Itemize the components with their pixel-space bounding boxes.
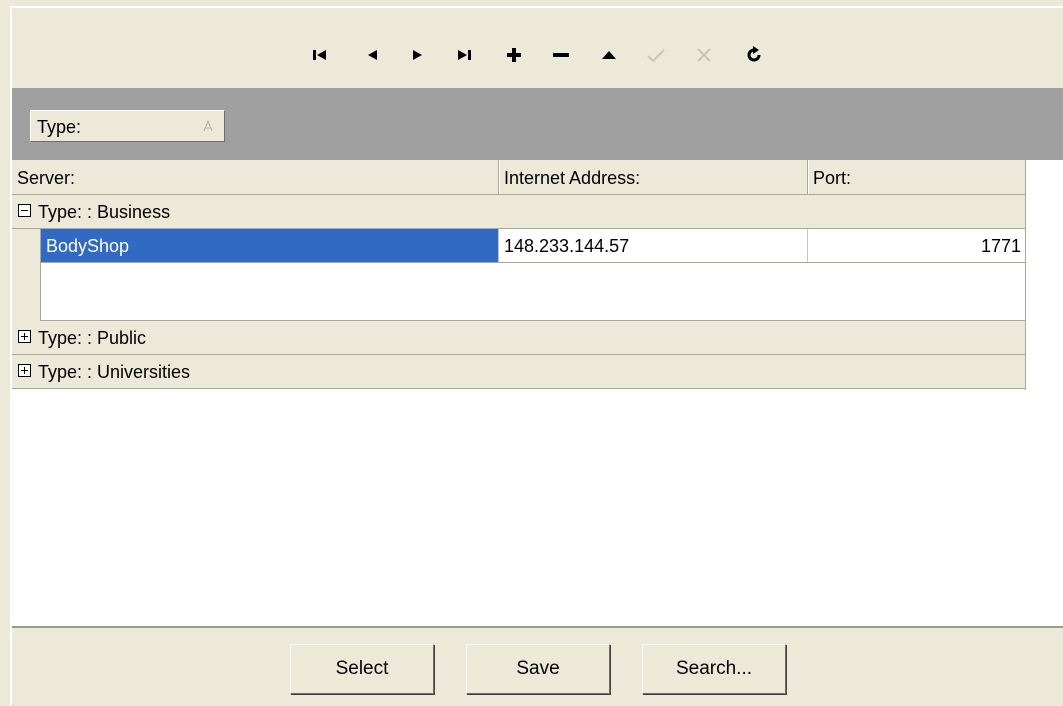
insert-record-icon (507, 48, 521, 62)
cancel-edit-icon (697, 48, 711, 62)
post-edit-button[interactable] (644, 44, 668, 66)
refresh-icon (747, 46, 761, 62)
column-header-server[interactable]: Server: (12, 160, 499, 194)
first-record-icon (313, 50, 326, 60)
refresh-button[interactable] (742, 44, 766, 66)
sort-ascending-icon (203, 119, 213, 132)
post-edit-icon (647, 49, 665, 63)
edit-record-button[interactable] (597, 44, 621, 66)
edit-record-icon (602, 51, 616, 59)
group-label: Type: : Universities (38, 362, 191, 382)
table-row[interactable]: BodyShop 148.233.144.57 1771 (41, 229, 1026, 263)
delete-record-icon (553, 53, 569, 57)
server-grid: Server: Internet Address: Port: Type: : … (12, 160, 1063, 626)
group-row-public[interactable]: Type: : Public (12, 321, 1026, 355)
group-row-universities[interactable]: Type: : Universities (12, 355, 1026, 389)
group-indent (12, 229, 41, 321)
last-record-icon (458, 50, 471, 60)
grid-header: Server: Internet Address: Port: (12, 160, 1026, 195)
group-label: Type: : Public (38, 328, 147, 348)
server-cell[interactable]: BodyShop (41, 229, 499, 262)
search-button[interactable]: Search... (642, 644, 786, 694)
group-footer-space (41, 263, 1026, 321)
prior-record-icon (368, 50, 377, 60)
expand-icon[interactable] (18, 364, 31, 377)
prior-record-button[interactable] (360, 44, 384, 66)
select-button[interactable]: Select (290, 644, 434, 694)
save-button[interactable]: Save (466, 644, 610, 694)
collapse-icon[interactable] (18, 204, 31, 217)
group-row-business[interactable]: Type: : Business (12, 195, 1026, 229)
group-chip-label: Type: (37, 117, 82, 137)
group-label: Type: : Business (38, 202, 171, 222)
insert-record-button[interactable] (502, 44, 526, 66)
column-header-port[interactable]: Port: (808, 160, 1026, 194)
record-navigator (12, 8, 1063, 88)
grid-edge (1025, 160, 1026, 390)
last-record-button[interactable] (452, 44, 476, 66)
delete-record-button[interactable] (549, 44, 573, 66)
port-cell[interactable]: 1771 (808, 229, 1026, 262)
button-bar: Select Save Search... (12, 626, 1063, 704)
column-header-internet-address[interactable]: Internet Address: (499, 160, 808, 194)
cancel-edit-button[interactable] (692, 44, 716, 66)
next-record-button[interactable] (406, 44, 430, 66)
group-by-type-chip[interactable]: Type: (30, 110, 225, 142)
address-cell[interactable]: 148.233.144.57 (499, 229, 808, 262)
next-record-icon (413, 50, 422, 60)
group-by-panel: Type: (12, 88, 1063, 160)
first-record-button[interactable] (308, 44, 332, 66)
expand-icon[interactable] (18, 330, 31, 343)
